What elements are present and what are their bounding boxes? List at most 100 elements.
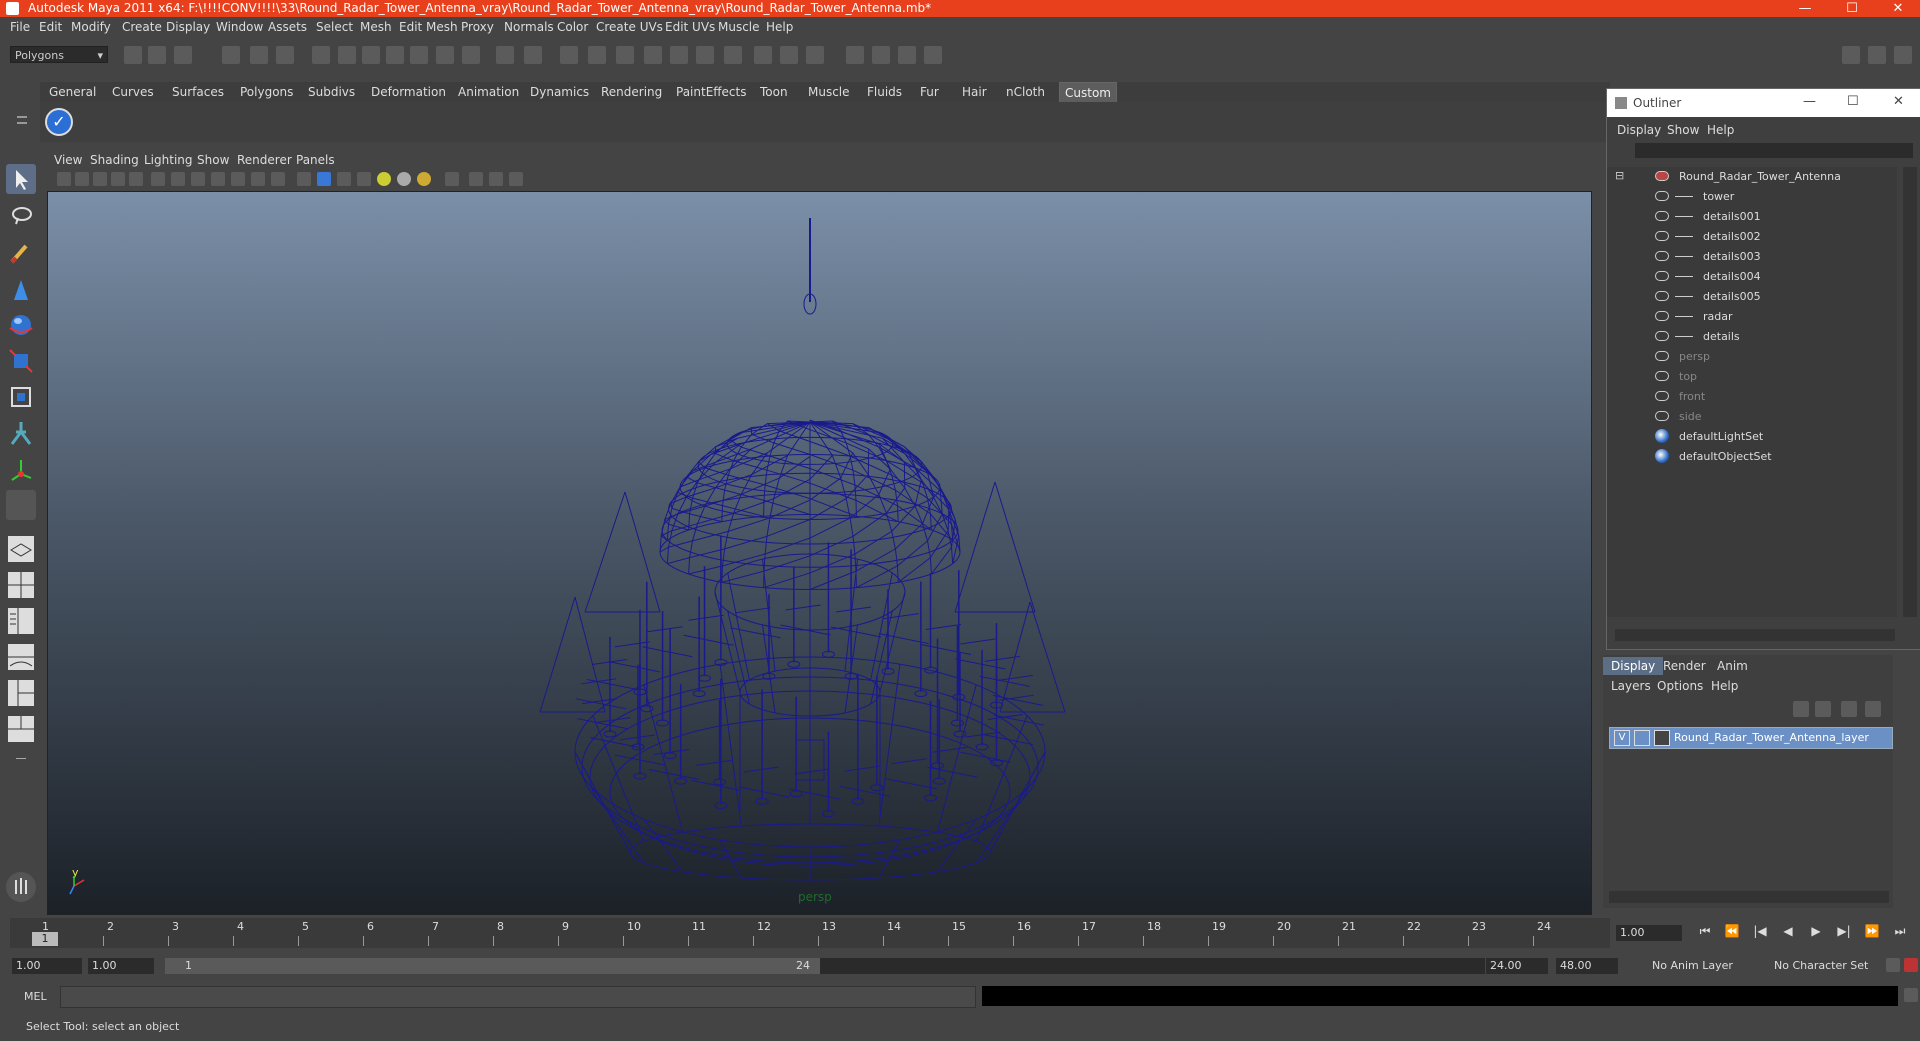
perspective-viewport[interactable]: persp y [47,191,1592,915]
safe-action-icon[interactable] [251,172,265,186]
menu-set-dropdown[interactable]: Polygons ▾ [10,46,108,63]
gate-mask-icon[interactable] [211,172,225,186]
command-language-label[interactable]: MEL [24,990,47,1003]
snap-plane-icon[interactable] [410,46,428,64]
playback-start-field[interactable]: 1.00 [88,958,154,974]
outliner-item[interactable]: radar [1607,307,1897,327]
character-set-dropdown[interactable]: No Character Set [1770,958,1880,974]
hypershade-icon[interactable] [670,46,688,64]
current-time-marker[interactable]: 1 [32,932,58,946]
menu-normals[interactable]: Normals [504,20,554,34]
command-input[interactable] [60,986,976,1008]
outliner-menu-display[interactable]: Display [1617,123,1661,137]
layer-menu-help[interactable]: Help [1711,679,1738,693]
show-manipulator-icon[interactable] [6,454,36,484]
range-slider-handle[interactable]: 1 24 [165,958,820,974]
animation-start-field[interactable]: 1.00 [12,958,82,974]
step-back-key-icon[interactable]: |◀ [1750,924,1770,942]
bookmark-icon[interactable] [93,172,107,186]
minimize-button[interactable]: — [1785,0,1825,17]
shelf-tab-rendering[interactable]: Rendering [601,85,662,99]
new-layer-empty-icon[interactable] [1793,701,1809,717]
filter-icon[interactable] [312,46,330,64]
resolution-gate-icon[interactable] [191,172,205,186]
outliner-maximize-button[interactable]: ☐ [1847,94,1859,109]
select-hierarchy-icon[interactable] [222,46,240,64]
layout-trax-pane-icon[interactable] [6,714,36,744]
lasso-tool-icon[interactable] [6,202,36,232]
make-live-icon[interactable] [436,46,454,64]
layout-tool-icon[interactable] [1894,46,1912,64]
xray-icon[interactable] [469,172,483,186]
play-backwards-icon[interactable]: ◀ [1778,924,1798,942]
wireframe-icon[interactable] [297,172,311,186]
playback-end-field[interactable]: 24.00 [1486,958,1548,974]
attribute-editor-icon[interactable] [754,46,772,64]
outliner-item[interactable]: details [1607,327,1897,347]
viewport-menu-lighting[interactable]: Lighting [144,153,193,167]
go-to-end-icon[interactable]: ⏭ [1890,924,1910,942]
layer-color-swatch[interactable] [1654,730,1670,746]
wireframe-on-shaded-icon[interactable] [337,172,351,186]
menu-edit-uvs[interactable]: Edit UVs [665,20,715,34]
snap-point-icon[interactable] [386,46,404,64]
textured-icon[interactable] [357,172,371,186]
select-tool-icon[interactable] [6,164,36,194]
close-button[interactable]: ✕ [1878,0,1918,17]
paint-select-tool-icon[interactable] [6,238,36,268]
outliner-minimize-button[interactable]: — [1803,94,1816,109]
layout-channel-icon[interactable] [1868,46,1886,64]
viewport-menu-renderer[interactable]: Renderer [237,153,292,167]
universal-manipulator-icon[interactable] [6,382,36,412]
dolly-camera-icon[interactable] [924,46,942,64]
step-forward-frame-icon[interactable]: ⏩ [1862,924,1882,942]
menu-modify[interactable]: Modify [71,20,111,34]
menu-select[interactable]: Select [316,20,353,34]
two-d-pan-icon[interactable] [129,172,143,186]
toolbox-collapse-icon[interactable] [6,752,36,766]
outliner-item[interactable]: top [1607,367,1897,387]
move-tool-icon[interactable] [6,274,36,304]
render-settings-icon[interactable] [644,46,662,64]
outliner-item[interactable]: persp [1607,347,1897,367]
safe-title-icon[interactable] [271,172,285,186]
history-icon[interactable] [462,46,480,64]
viewport-menu-view[interactable]: View [54,153,82,167]
render-view-icon[interactable] [560,46,578,64]
layer-display-type-toggle[interactable] [1634,730,1650,746]
new-scene-icon[interactable] [124,46,142,64]
outliner-item[interactable]: details001 [1607,207,1897,227]
shelf-tab-painteffects[interactable]: PaintEffects [676,85,746,99]
shelf-tab-animation[interactable]: Animation [458,85,519,99]
select-object-icon[interactable] [250,46,268,64]
menu-file[interactable]: File [10,20,30,34]
menu-create[interactable]: Create [122,20,162,34]
check-icon[interactable]: ✓ [45,108,73,136]
shelf-tab-fluids[interactable]: Fluids [867,85,902,99]
snap-curve-icon[interactable] [362,46,380,64]
outliner-vertical-scrollbar[interactable] [1903,167,1917,617]
step-forward-key-icon[interactable]: ▶| [1834,924,1854,942]
menu-muscle[interactable]: Muscle [718,20,760,34]
maximize-button[interactable]: ☐ [1832,0,1872,17]
layer-tab-render[interactable]: Render [1655,657,1714,675]
menu-display[interactable]: Display [166,20,210,34]
outliner-item[interactable]: details002 [1607,227,1897,247]
outliner-item[interactable]: tower [1607,187,1897,207]
all-lights-icon[interactable] [397,172,411,186]
layout-four-pane-icon[interactable] [6,570,36,600]
lasso-icon[interactable] [696,46,714,64]
outliner-filter-field[interactable] [1635,143,1913,158]
ipr-render-icon[interactable] [616,46,634,64]
menu-help[interactable]: Help [766,20,793,34]
shelf-tab-subdivs[interactable]: Subdivs [308,85,355,99]
render-icon[interactable] [588,46,606,64]
play-forwards-icon[interactable]: ▶ [1806,924,1826,942]
channel-box-icon[interactable] [806,46,824,64]
shadows-icon[interactable] [417,172,431,186]
shelf-tab-deformation[interactable]: Deformation [371,85,446,99]
viewport-menu-shading[interactable]: Shading [90,153,139,167]
construction-history-icon[interactable] [524,46,542,64]
shelf-tab-surfaces[interactable]: Surfaces [172,85,224,99]
menu-mesh[interactable]: Mesh [360,20,392,34]
